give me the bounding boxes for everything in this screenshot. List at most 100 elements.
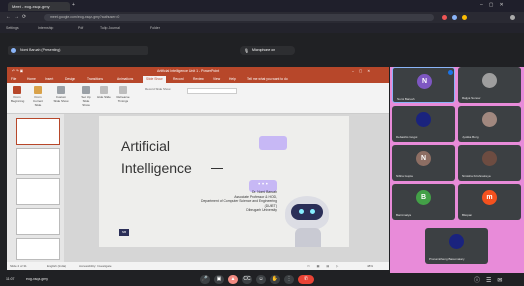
title-dash	[211, 168, 223, 169]
tab-slide-show[interactable]: Slide Show	[143, 76, 166, 83]
button-label: From Beginning	[11, 95, 25, 103]
extensions-area	[440, 14, 520, 21]
robot-visor	[291, 204, 323, 220]
author-university: Dibrugarh University	[246, 208, 277, 213]
author-block: Dr. Nomi Baruah Associate Professor & HO…	[159, 190, 277, 213]
play-icon	[13, 86, 21, 94]
raise-hand-button[interactable]: ✋	[270, 275, 280, 284]
setup-show-button[interactable]: Set Up Slide Show	[79, 86, 93, 107]
avatar	[482, 112, 497, 127]
tab-home[interactable]: Home	[27, 76, 36, 83]
current-slide[interactable]: Artificial Intelligence • • • Dr. Nomi B…	[99, 116, 349, 247]
slide-title-line1: Artificial	[121, 138, 171, 154]
profile-icon[interactable]	[510, 15, 515, 20]
nav-arrows-icon[interactable]: ←→⟳	[6, 14, 29, 20]
timer-icon	[119, 86, 127, 94]
extension-icon[interactable]	[462, 15, 467, 20]
bookmark-item[interactable]: Settings	[6, 23, 19, 33]
participant-name: Barnimalya	[396, 213, 412, 217]
zoom-level[interactable]: 48%	[367, 262, 373, 270]
url-text: meet.google.com/eog-xsqz-gmy?authuser=0	[50, 15, 120, 19]
from-current-button[interactable]: From Current Slide	[31, 86, 45, 107]
monitor-select[interactable]	[187, 88, 237, 94]
setup-icon	[82, 86, 90, 94]
document-title: Artificial Intelligence Unit 1 - PowerPo…	[157, 69, 220, 73]
participant-tile[interactable]: B Barnimalya	[392, 184, 455, 220]
custom-show-button[interactable]: Custom Slide Show	[53, 86, 69, 106]
participant-name: Debashis Gogoi	[396, 135, 418, 139]
participant-tile[interactable]: N Nibha Gupta	[392, 145, 455, 181]
hide-slide-button[interactable]: Hide Slide	[97, 86, 111, 106]
meeting-time: 11:07	[6, 277, 15, 281]
more-options-button[interactable]: ⋮	[284, 275, 294, 284]
from-beginning-button[interactable]: From Beginning	[11, 86, 25, 106]
tab-transitions[interactable]: Transitions	[87, 76, 103, 83]
participant-name: Rajiya Sonow	[462, 96, 481, 100]
participant-name: Bitopan	[462, 213, 473, 217]
tab-view[interactable]: View	[213, 76, 220, 83]
avatar	[482, 151, 497, 166]
camera-button[interactable]: ▣	[214, 275, 224, 284]
participant-name: Nomi Baruah	[397, 97, 415, 101]
bookmarks-bar: Settings Internship Pdf Tulip Journal Fo…	[0, 23, 524, 33]
button-label: Set Up Slide Show	[81, 95, 91, 107]
bookmark-item[interactable]: Tulip Journal	[100, 23, 120, 33]
microphone-button[interactable]: 🎤	[200, 275, 210, 284]
emoji-button[interactable]: ☺	[256, 275, 266, 284]
extension-icon[interactable]	[442, 15, 447, 20]
slide-thumbnail[interactable]	[16, 238, 60, 260]
slide-thumbnail[interactable]	[16, 208, 60, 235]
address-bar[interactable]: meet.google.com/eog-xsqz-gmy?authuser=0	[44, 14, 434, 21]
slide-thumbnail[interactable]	[16, 118, 60, 145]
avatar: B	[416, 190, 431, 205]
tab-help[interactable]: Help	[229, 76, 236, 83]
captions-button[interactable]: CC	[242, 275, 252, 284]
present-button[interactable]: ▲	[228, 275, 238, 284]
accessibility-status[interactable]: Accessibility: Investigate	[79, 262, 112, 270]
participant-tile[interactable]: Debashis Gogoi	[392, 106, 455, 142]
tab-review[interactable]: Review	[193, 76, 204, 83]
language-status[interactable]: English (India)	[47, 262, 66, 270]
robot-illustration	[285, 196, 329, 230]
hide-slide-icon	[100, 86, 108, 94]
side-panel-icons[interactable]: ⓘ☰✉	[474, 275, 508, 284]
window-controls-icon[interactable]: –▢✕	[480, 2, 510, 8]
leave-call-button[interactable]: ✆	[298, 275, 314, 284]
window-controls-icon[interactable]: –▢✕	[352, 67, 375, 76]
participant-name: Jyotika Borg	[462, 135, 479, 139]
avatar: N	[417, 74, 432, 89]
participant-tile[interactable]: N Nomi Baruah	[392, 67, 455, 103]
bookmark-item[interactable]: Internship	[38, 23, 53, 33]
tab-design[interactable]: Design	[65, 76, 75, 83]
extension-icon[interactable]	[452, 15, 457, 20]
browser-tab[interactable]: Meet - eog-xsqz-gmy	[8, 2, 70, 11]
participant-tile[interactable]: m Bitopan	[458, 184, 521, 220]
button-label: Rehearse Timings	[116, 95, 130, 103]
slide-thumbnail[interactable]	[16, 178, 60, 205]
view-buttons-icon[interactable]: ▭ ▦ ▤ ▷	[307, 262, 341, 270]
tab-record[interactable]: Record	[173, 76, 184, 83]
participant-tile[interactable]: Pronamitheng Basumatary	[425, 228, 488, 264]
participant-tile[interactable]: Nimisha Krishnatreya	[458, 145, 521, 181]
tab-animations[interactable]: Animations	[117, 76, 133, 83]
present-icon	[11, 48, 16, 53]
tab-file[interactable]: File	[11, 76, 16, 83]
rehearse-button[interactable]: Rehearse Timings	[115, 86, 131, 106]
speaking-icon	[448, 70, 453, 75]
bookmark-item[interactable]: Folder	[150, 23, 160, 33]
tell-me-search[interactable]: Tell me what you want to do	[247, 76, 288, 83]
new-tab-icon[interactable]: +	[72, 2, 75, 8]
quick-access-icons[interactable]: ↶ ↷ ▣	[12, 67, 23, 76]
bookmark-item[interactable]: Pdf	[78, 23, 83, 33]
participant-tile[interactable]: Rajiya Sonow	[458, 67, 521, 103]
microphone-icon: 🎙	[244, 48, 250, 53]
slide-thumbnail[interactable]	[16, 148, 60, 175]
powerpoint-status-bar: Slide 2 of 31 English (India) Accessibil…	[7, 262, 389, 270]
avatar	[416, 112, 431, 127]
participant-tile[interactable]: Jyotika Borg	[458, 106, 521, 142]
avatar: N	[416, 151, 431, 166]
ribbon-panel: From Beginning From Current Slide Custom…	[7, 83, 389, 114]
robot-eye	[310, 209, 315, 214]
button-label: Custom Slide Show	[53, 95, 69, 103]
tab-insert[interactable]: Insert	[45, 76, 53, 83]
